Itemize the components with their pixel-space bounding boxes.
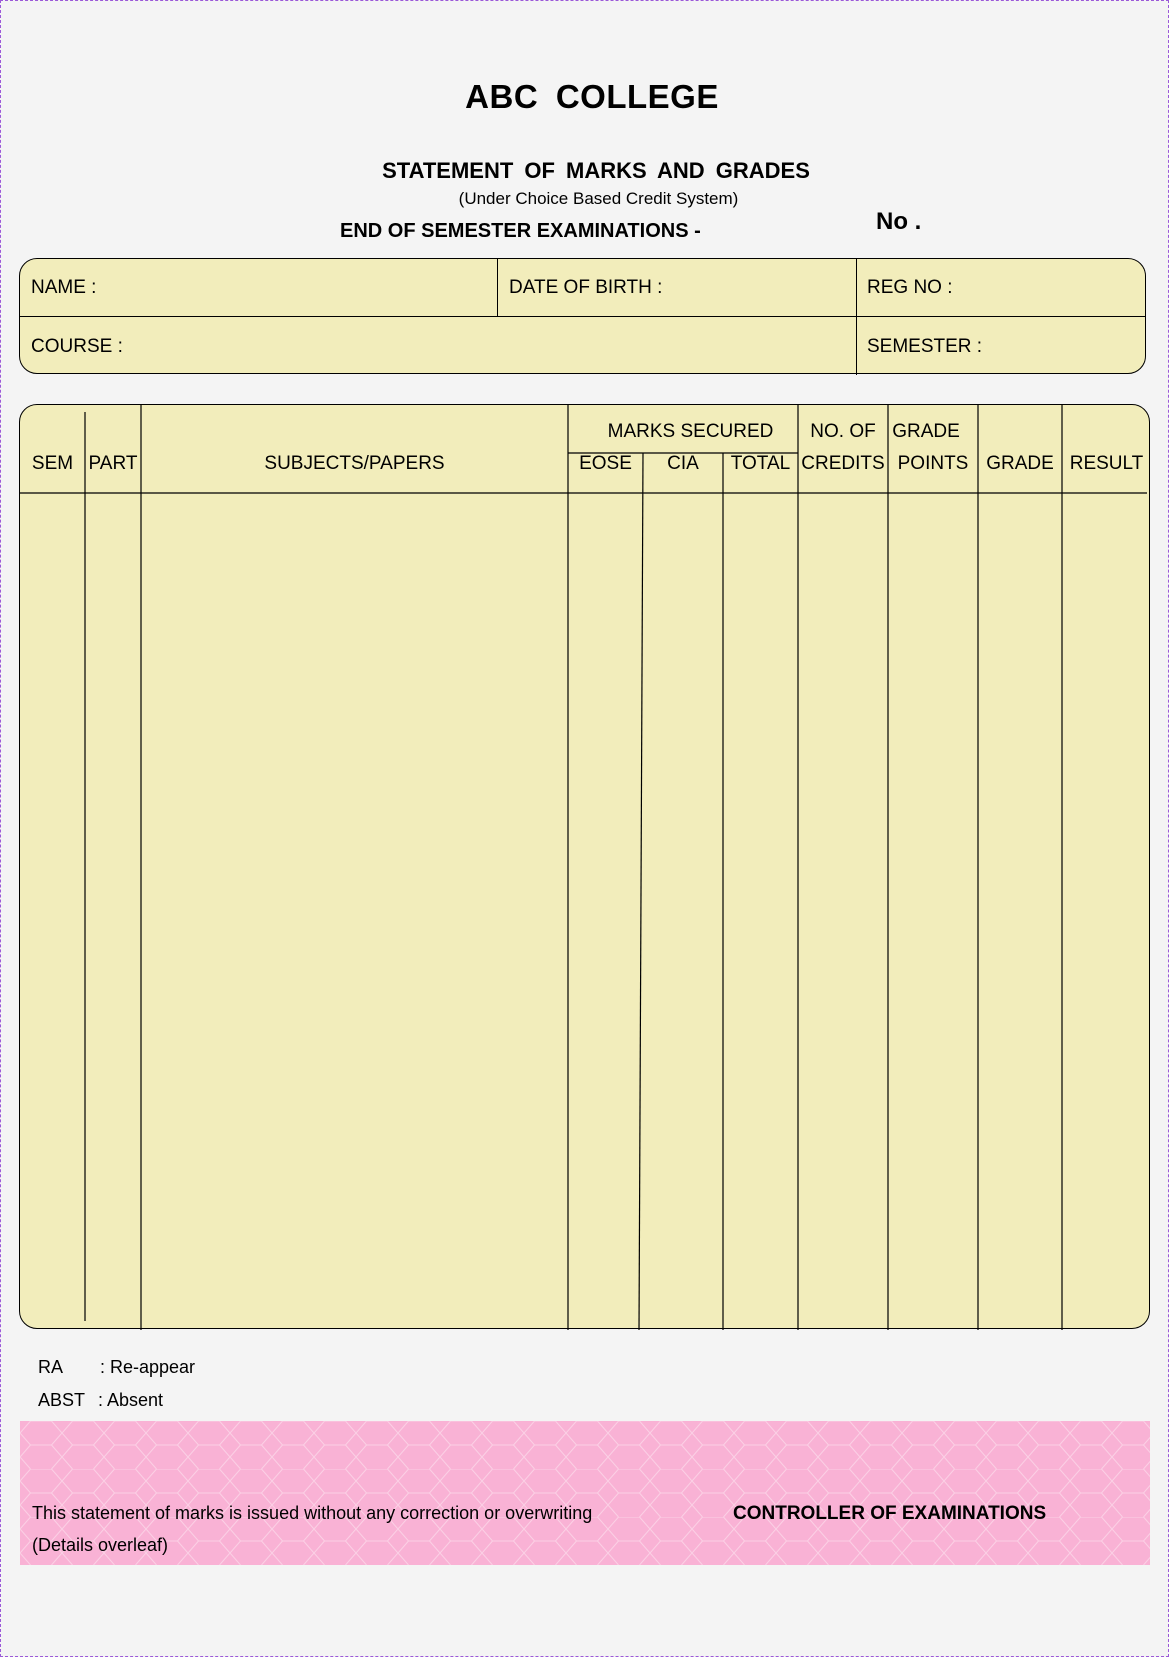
column-header-marks-secured: MARKS SECURED [607,421,774,442]
student-info-box: NAME : DATE OF BIRTH : REG NO : COURSE :… [19,258,1146,375]
college-name: ABC COLLEGE [465,78,719,115]
security-band: This statement of marks is issued withou… [20,1421,1150,1565]
column-header-part: PART [88,453,138,474]
statement-title: STATEMENT OF MARKS AND GRADES [382,158,810,183]
date-of-birth-field[interactable]: DATE OF BIRTH : [509,277,662,299]
exam-title: END OF SEMESTER EXAMINATIONS - [340,220,701,242]
controller-signature-label: CONTROLLER OF EXAMINATIONS [733,1503,1047,1524]
column-header-grade: GRADE [986,453,1054,474]
info-divider [856,259,857,375]
footer-details-note: (Details overleaf) [32,1535,169,1555]
legend-meaning: : Absent [98,1390,164,1410]
column-header-subjects: SUBJECTS/PAPERS [264,453,445,474]
reg-no-field[interactable]: REG NO : [867,277,953,299]
column-header-result: RESULT [1069,453,1144,474]
course-field[interactable]: COURSE : [31,336,123,358]
column-header-cia: CIA [667,453,699,474]
honeycomb-pattern [20,1421,1150,1565]
certificate-number-label: No . [876,208,922,235]
column-header-grade-points-line1: GRADE [892,421,960,442]
column-header-eose: EOSE [579,453,632,474]
name-field[interactable]: NAME : [31,277,96,299]
column-header-credits-line2: CREDITS [801,453,885,474]
semester-field[interactable]: SEMESTER : [867,336,982,358]
footer-note: This statement of marks is issued withou… [32,1503,593,1523]
info-divider [20,316,1145,317]
column-header-sem: SEM [31,453,74,474]
column-header-credits-line1: NO. OF [810,421,876,442]
marks-table-grid [20,405,1147,1330]
legend-code: ABST [38,1390,86,1410]
column-header-total: TOTAL [730,453,791,474]
legend-meaning: : Re-appear [100,1357,196,1377]
legend-code: RA [38,1357,64,1377]
statement-subtitle: (Under Choice Based Credit System) [458,189,739,208]
marks-table: SEM PART SUBJECTS/PAPERS MARKS SECURED E… [19,404,1150,1330]
column-header-grade-points-line2: POINTS [897,453,969,474]
info-divider [497,259,498,316]
